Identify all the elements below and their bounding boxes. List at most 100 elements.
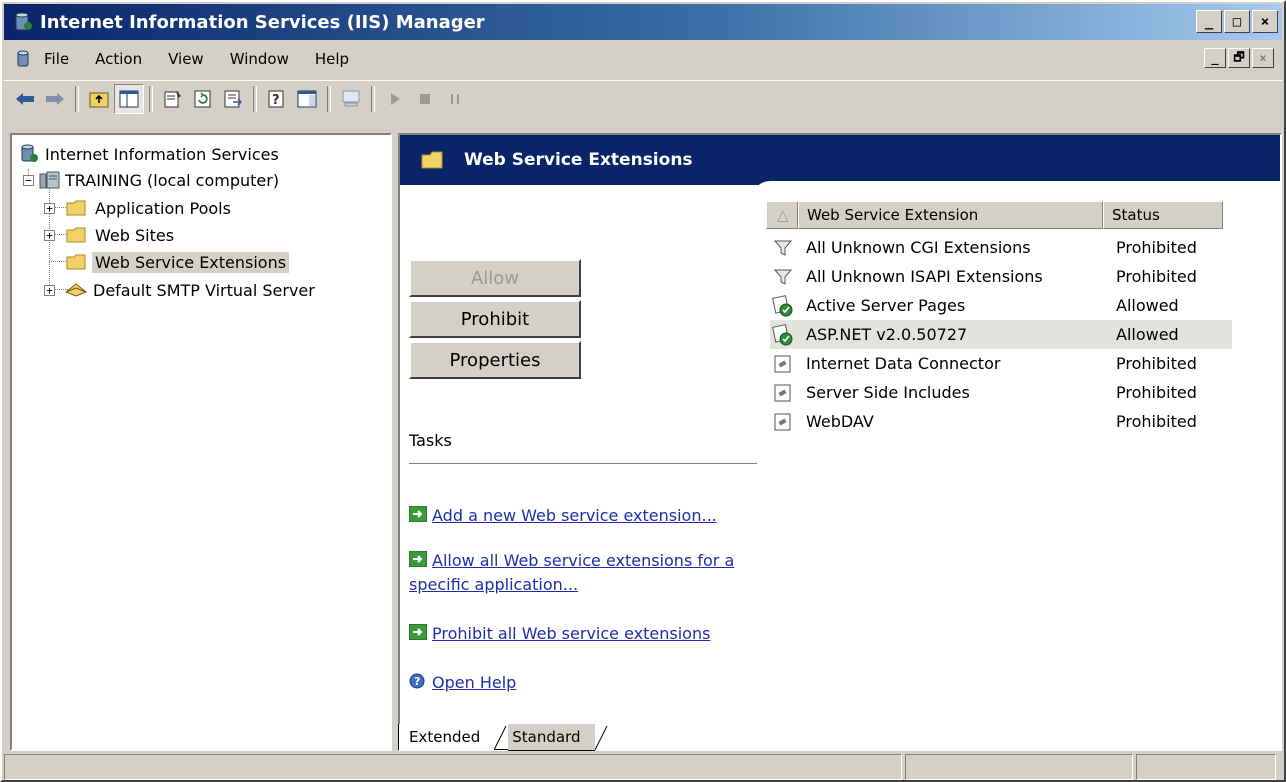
- tab-divider: [594, 725, 607, 750]
- column-header-status[interactable]: Status: [1103, 201, 1223, 229]
- details-banner: Web Service Extensions: [400, 135, 1280, 185]
- back-button[interactable]: [10, 84, 40, 114]
- menu-window[interactable]: Window: [230, 50, 289, 68]
- list-header: △ Web Service Extension Status: [766, 201, 1223, 229]
- list-item[interactable]: ASP.NET v2.0.50727 Allowed: [770, 320, 1232, 349]
- start-button[interactable]: [380, 84, 410, 114]
- forward-arrow-icon: [46, 93, 64, 105]
- help-icon: ?: [409, 673, 425, 689]
- view-tabs: Extended Standard: [398, 724, 609, 751]
- action-pane-button[interactable]: [292, 84, 322, 114]
- extension-icon: [774, 355, 791, 372]
- stop-button[interactable]: [410, 84, 440, 114]
- task-arrow-icon: [409, 551, 427, 567]
- server-icon: [39, 171, 60, 189]
- menu-view[interactable]: View: [168, 50, 204, 68]
- task-link[interactable]: Prohibit all Web service extensions: [432, 624, 710, 643]
- minimize-button[interactable]: _: [1196, 10, 1222, 33]
- task-arrow-icon: [409, 624, 427, 640]
- list-item[interactable]: Internet Data Connector Prohibited: [770, 349, 1232, 378]
- tree-node-server[interactable]: − TRAINING (local computer): [23, 167, 279, 193]
- show-hide-tree-button[interactable]: [114, 84, 144, 114]
- list-item[interactable]: All Unknown CGI Extensions Prohibited: [770, 233, 1232, 262]
- banner-title: Web Service Extensions: [464, 150, 693, 170]
- list-item[interactable]: Server Side Includes Prohibited: [770, 378, 1232, 407]
- iis-root-icon: [21, 144, 38, 162]
- menu-action[interactable]: Action: [95, 50, 142, 68]
- tab-label: Extended: [409, 728, 481, 746]
- tree-node-label: Default SMTP Virtual Server: [93, 280, 315, 300]
- maximize-button[interactable]: □: [1224, 10, 1250, 33]
- task-prohibit-all[interactable]: Prohibit all Web service extensions: [409, 622, 759, 646]
- list-item[interactable]: WebDAV Prohibited: [770, 407, 1232, 436]
- folder-icon: [66, 227, 86, 243]
- tree-node-application-pools[interactable]: + Application Pools: [44, 195, 231, 221]
- task-link[interactable]: Add a new Web service extension...: [432, 506, 717, 525]
- folder-icon: [66, 200, 86, 216]
- computer-icon: [342, 90, 360, 107]
- menu-help[interactable]: Help: [315, 50, 349, 68]
- tree-node-label: TRAINING (local computer): [65, 170, 280, 190]
- properties-button[interactable]: [158, 84, 188, 114]
- list-item-name: Server Side Includes: [806, 383, 970, 402]
- task-open-help[interactable]: ? Open Help: [409, 671, 759, 695]
- tab-standard[interactable]: Standard: [508, 724, 595, 751]
- tree-node-iis[interactable]: Internet Information Services: [18, 141, 279, 167]
- export-list-button[interactable]: [218, 84, 248, 114]
- toolbar-separator: [75, 86, 79, 112]
- folder-icon: [421, 151, 443, 169]
- task-add-extension[interactable]: Add a new Web service extension...: [409, 504, 759, 528]
- action-pane-icon: [297, 90, 317, 108]
- task-arrow-icon: [409, 506, 427, 522]
- mdi-minimize-button[interactable]: _: [1204, 48, 1226, 68]
- tree-expander[interactable]: −: [23, 174, 34, 186]
- extension-icon: [774, 413, 791, 430]
- toolbar-separator: [253, 86, 257, 112]
- tasks-heading: Tasks: [409, 431, 452, 450]
- mdi-close-button[interactable]: ×: [1252, 48, 1274, 68]
- allow-button[interactable]: Allow: [409, 259, 581, 297]
- task-link[interactable]: Open Help: [432, 673, 516, 692]
- play-icon: [391, 93, 400, 105]
- tree-node-web-service-extensions[interactable]: Web Service Extensions: [65, 249, 290, 275]
- tree-expander[interactable]: +: [44, 202, 55, 214]
- toolbar-separator: [371, 86, 375, 112]
- list-item[interactable]: Active Server Pages Allowed: [770, 291, 1232, 320]
- tree-node-label: Web Sites: [95, 225, 175, 245]
- properties-button[interactable]: Properties: [409, 341, 581, 379]
- title-bar[interactable]: Internet Information Services (IIS) Mana…: [4, 4, 1282, 40]
- tree-node-label: Web Service Extensions: [92, 251, 290, 273]
- properties-icon: [164, 91, 181, 108]
- mdi-restore-button[interactable]: 🗗: [1228, 48, 1250, 68]
- toolbar: ?: [4, 80, 1282, 117]
- tree-expander[interactable]: +: [44, 284, 55, 296]
- forward-button[interactable]: [40, 84, 70, 114]
- tab-extended[interactable]: Extended: [398, 724, 495, 750]
- up-one-level-button[interactable]: [84, 84, 114, 114]
- sort-indicator-icon[interactable]: △: [766, 201, 798, 229]
- task-link[interactable]: Allow all Web service extensions for a s…: [409, 551, 734, 594]
- menu-file[interactable]: File: [44, 50, 69, 68]
- help-button[interactable]: ?: [262, 84, 292, 114]
- tree-node-web-sites[interactable]: + Web Sites: [44, 222, 174, 248]
- status-panel: [1136, 754, 1276, 780]
- list-item-name: All Unknown ISAPI Extensions: [806, 267, 1043, 286]
- pause-icon: [451, 94, 459, 104]
- list-item-status: Prohibited: [1116, 383, 1197, 402]
- list-item-name: Active Server Pages: [806, 296, 966, 315]
- pause-button[interactable]: [440, 84, 470, 114]
- console-tree[interactable]: Internet Information Services − TRAINING…: [10, 133, 392, 751]
- tree-node-default-smtp[interactable]: + Default SMTP Virtual Server: [44, 277, 315, 303]
- task-allow-all-for-app[interactable]: Allow all Web service extensions for a s…: [409, 549, 759, 597]
- system-menu-icon[interactable]: [14, 49, 34, 69]
- connect-computer-button[interactable]: [336, 84, 366, 114]
- allowed-extension-icon: [772, 294, 793, 316]
- column-header-name[interactable]: Web Service Extension: [798, 201, 1103, 229]
- prohibit-button[interactable]: Prohibit: [409, 300, 581, 338]
- refresh-button[interactable]: [188, 84, 218, 114]
- close-button[interactable]: ×: [1252, 10, 1278, 33]
- tree-expander[interactable]: +: [44, 229, 55, 241]
- list-item[interactable]: All Unknown ISAPI Extensions Prohibited: [770, 262, 1232, 291]
- smtp-server-icon: [65, 283, 87, 297]
- list-item-status: Prohibited: [1116, 267, 1197, 286]
